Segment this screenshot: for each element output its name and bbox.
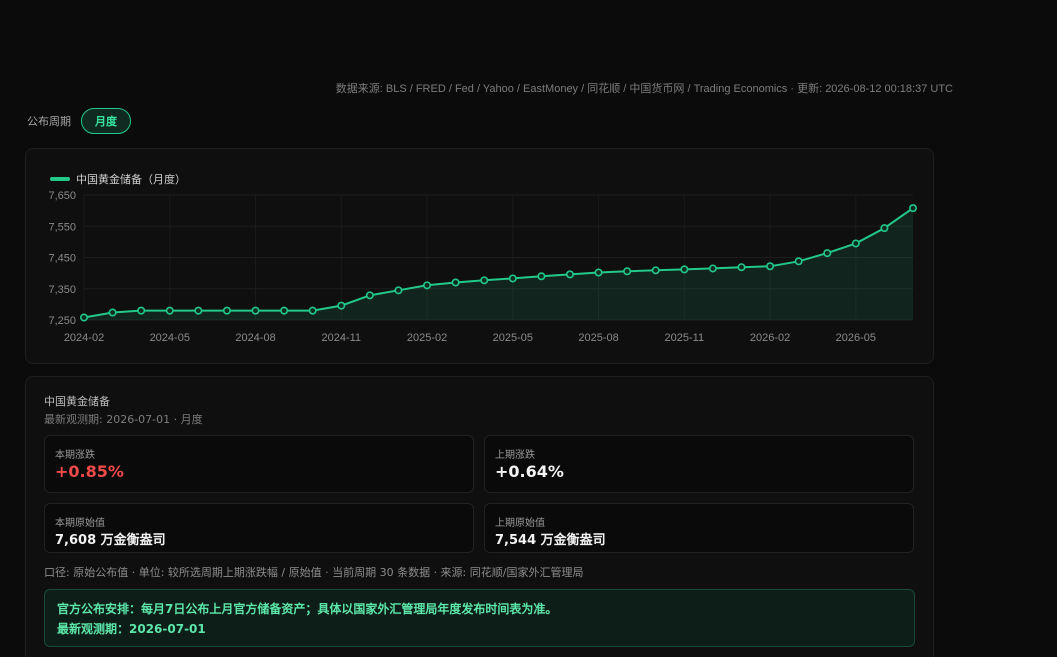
data-point — [451, 278, 460, 287]
x-tick-label: 2025-05 — [493, 332, 533, 344]
data-point — [880, 224, 889, 233]
data-point — [908, 204, 917, 213]
data-point — [623, 267, 632, 276]
y-tick-label: 7,250 — [48, 315, 76, 327]
x-tick-label: 2024-08 — [235, 332, 275, 344]
legend-swatch — [50, 177, 70, 181]
current-raw-value: 7,608 万金衡盎司 — [55, 533, 166, 548]
data-point — [108, 308, 117, 317]
release-schedule-text: 官方公布安排：每月7日公布上月官方储备资产；具体以国家外汇管理局年度发布时间表为… — [57, 602, 558, 616]
previous-raw-label: 上期原始值 — [495, 518, 545, 529]
data-point — [280, 306, 289, 315]
data-point — [308, 306, 317, 315]
previous-change-box: 上期涨跌 +0.64% — [484, 435, 914, 493]
data-point — [79, 313, 88, 322]
chart-legend[interactable]: 中国黄金储备（月度） — [50, 171, 186, 187]
current-raw-box: 本期原始值 7,608 万金衡盎司 — [44, 503, 474, 553]
data-point — [508, 274, 517, 283]
data-point — [394, 286, 403, 295]
data-point — [251, 306, 260, 315]
data-point — [423, 281, 432, 290]
current-change-value: +0.85% — [55, 462, 124, 481]
data-point — [194, 306, 203, 315]
release-schedule-box: 官方公布安排：每月7日公布上月官方储备资产；具体以国家外汇管理局年度发布时间表为… — [44, 589, 915, 647]
previous-raw-value: 7,544 万金衡盎司 — [495, 533, 606, 548]
x-tick-label: 2025-08 — [578, 332, 618, 344]
x-tick-label: 2024-11 — [321, 332, 361, 344]
data-point — [794, 257, 803, 266]
methodology-note: 口径: 原始公布值 · 单位: 较所选周期上期涨跌幅 / 原始值 · 当前周期 … — [44, 566, 584, 579]
previous-raw-box: 上期原始值 7,544 万金衡盎司 — [484, 503, 914, 553]
x-tick-label: 2024-02 — [64, 332, 104, 344]
current-change-box: 本期涨跌 +0.85% — [44, 435, 474, 493]
data-point — [737, 263, 746, 272]
data-point — [365, 291, 374, 300]
data-point — [480, 276, 489, 285]
data-point — [337, 301, 346, 310]
x-tick-label: 2024-05 — [150, 332, 190, 344]
data-point — [766, 262, 775, 271]
period-selector: 公布周期 月度 — [27, 108, 131, 134]
data-point — [594, 268, 603, 277]
data-point — [708, 264, 717, 273]
data-point — [680, 265, 689, 274]
data-point — [537, 272, 546, 281]
period-label: 公布周期 — [27, 115, 71, 128]
legend-label: 中国黄金储备（月度） — [76, 173, 186, 186]
data-source-line: 数据来源: BLS / FRED / Fed / Yahoo / EastMon… — [335, 83, 953, 95]
summary-card: 中国黄金储备 最新观测期: 2026-07-01 · 月度 本期涨跌 +0.85… — [25, 376, 934, 657]
current-raw-label: 本期原始值 — [55, 518, 105, 529]
data-point — [823, 249, 832, 258]
period-option-monthly[interactable]: 月度 — [81, 108, 131, 134]
y-tick-label: 7,550 — [48, 221, 76, 233]
current-change-label: 本期涨跌 — [55, 450, 95, 461]
x-tick-label: 2025-11 — [665, 332, 705, 344]
previous-change-label: 上期涨跌 — [495, 450, 535, 461]
y-tick-label: 7,650 — [48, 190, 76, 202]
data-point — [222, 306, 231, 315]
x-tick-label: 2025-02 — [407, 332, 447, 344]
data-point — [851, 239, 860, 248]
x-tick-label: 2026-02 — [750, 332, 790, 344]
summary-subtitle: 最新观测期: 2026-07-01 · 月度 — [44, 413, 203, 426]
previous-change-value: +0.64% — [495, 462, 564, 481]
x-tick-label: 2026-05 — [836, 332, 876, 344]
latest-observation-text: 最新观测期：2026-07-01 — [57, 622, 206, 636]
summary-title: 中国黄金储备 — [44, 395, 110, 408]
data-point — [565, 270, 574, 279]
data-point — [651, 266, 660, 275]
y-tick-label: 7,350 — [48, 284, 76, 296]
data-point — [165, 306, 174, 315]
chart-card: 7,250 7,350 7,450 7,550 7,650 2024-02 2024-05 2… — [25, 148, 934, 364]
y-tick-label: 7,450 — [48, 253, 76, 265]
data-point — [137, 306, 146, 315]
